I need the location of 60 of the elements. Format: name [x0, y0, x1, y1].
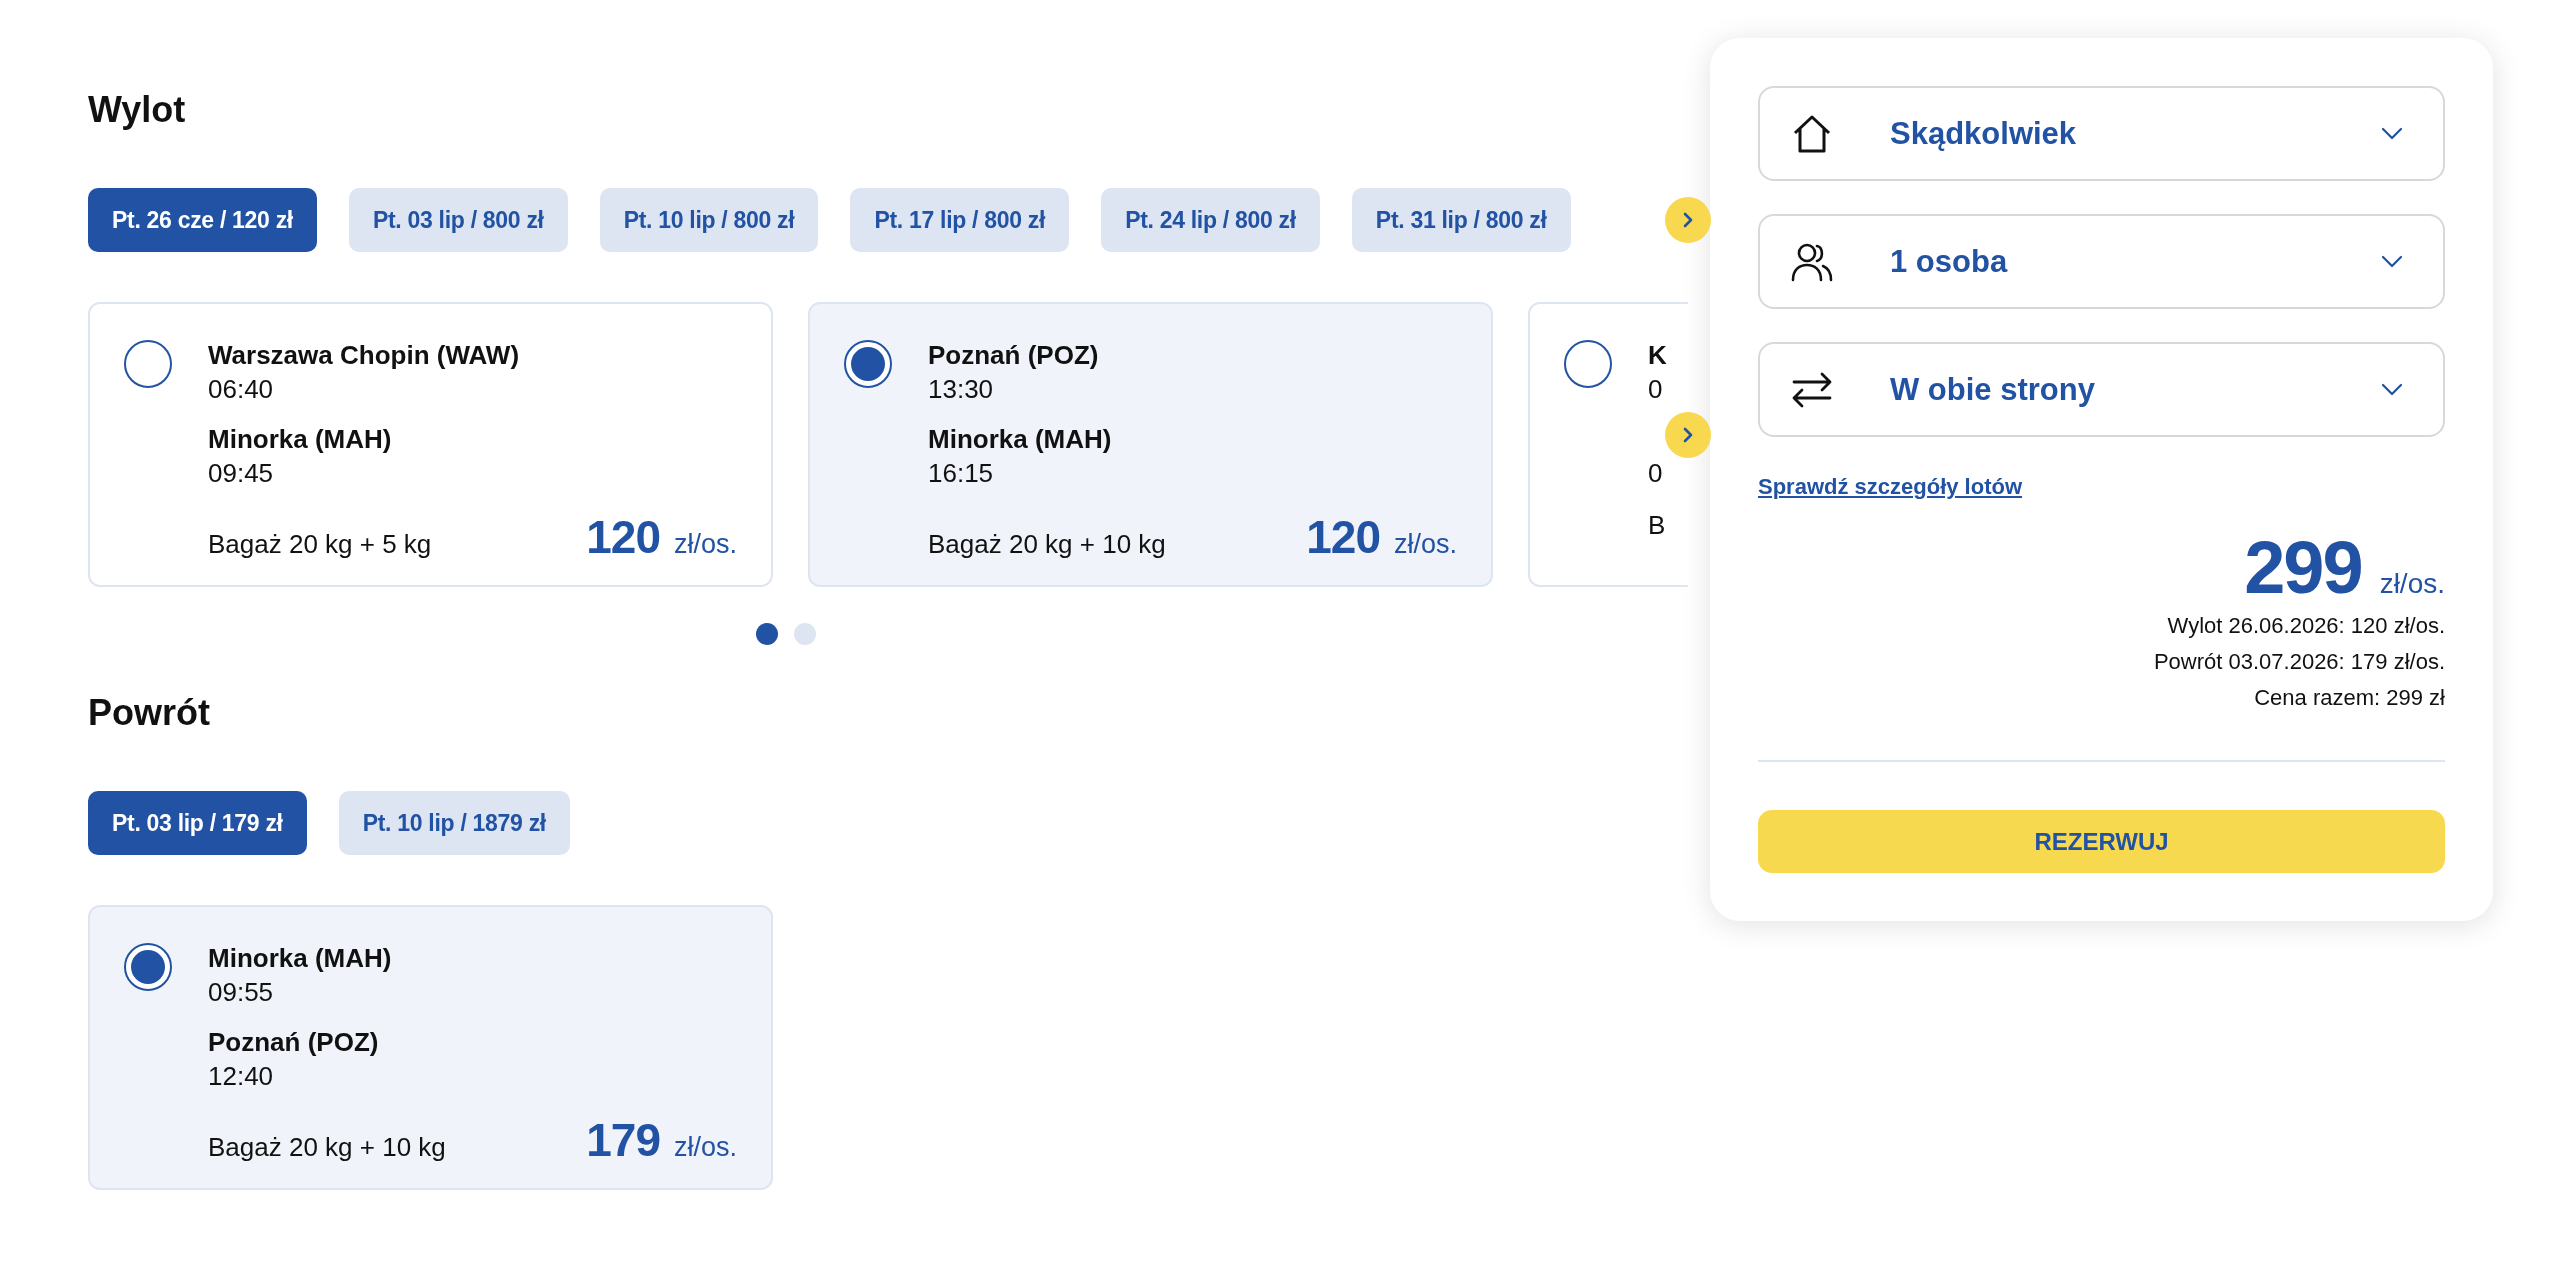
airport-name: Minorka (MAH) — [208, 423, 393, 456]
select-field[interactable]: W obie strony — [1758, 342, 2445, 437]
flight-card[interactable]: Warszawa Chopin (WAW) 06:40 Minorka (MAH) 09:45 Bagaż 20 kg + 5 kg 120 zł/os. — [88, 302, 773, 587]
date-tab[interactable]: Pt. 10 lip / 800 zł — [599, 188, 819, 252]
radio-button[interactable] — [844, 340, 892, 388]
airport-name: K — [1648, 339, 1668, 372]
baggage-text: Bagaż 20 kg + 10 kg — [928, 529, 1166, 560]
price-breakdown: Powrót 03.07.2026: 179 zł/os. — [2153, 648, 2445, 676]
price-unit: zł/os. — [1393, 529, 1457, 559]
flight-time: 12:40 — [208, 1060, 275, 1093]
baggage-text: Bagaż 20 kg + 10 kg — [208, 1132, 446, 1163]
details-link[interactable]: Sprawdź szczegóły lotów — [1758, 474, 2023, 500]
airport-name: Poznań (POZ) — [928, 339, 1100, 372]
price-breakdown: Wylot 26.06.2026: 120 zł/os. — [2167, 612, 2445, 640]
flight-time: 13:30 — [928, 373, 995, 406]
date-tab[interactable]: Pt. 10 lip / 1879 zł — [338, 791, 570, 855]
date-tab[interactable]: Pt. 26 cze / 120 zł — [88, 188, 317, 252]
section-heading: Wylot — [88, 88, 187, 132]
total-price: 299 — [2244, 526, 2362, 609]
price-unit: zł/os. — [2379, 568, 2445, 599]
flight-time: 0 — [1648, 373, 1664, 406]
flight-time: 09:55 — [208, 976, 275, 1009]
date-tab[interactable]: Pt. 17 lip / 800 zł — [850, 188, 1070, 252]
select-field[interactable]: Skądkolwiek — [1758, 86, 2445, 181]
flight-card[interactable]: Poznań (POZ) 13:30 Minorka (MAH) 16:15 Bagaż 20 kg + 10 kg 120 zł/os. — [808, 302, 1493, 587]
date-tab[interactable]: Pt. 24 lip / 800 zł — [1101, 188, 1320, 252]
date-tab[interactable]: Pt. 03 lip / 800 zł — [348, 188, 568, 252]
airport-name: Minorka (MAH) — [208, 942, 393, 975]
flight-time: 09:45 — [208, 457, 275, 490]
radio-button[interactable] — [124, 340, 172, 388]
section-heading: Powrót — [88, 691, 211, 735]
price-amount: 120 — [586, 511, 660, 563]
next-button[interactable] — [1665, 412, 1711, 458]
chevron-icon — [2381, 382, 2403, 397]
next-button[interactable] — [1665, 197, 1711, 243]
chevron-icon — [2381, 126, 2403, 141]
pagination-dot[interactable] — [794, 623, 816, 645]
flight-card[interactable]: Minorka (MAH) 09:55 Poznań (POZ) 12:40 Bagaż 20 kg + 10 kg 179 zł/os. — [88, 905, 773, 1190]
price-amount: 179 — [586, 1114, 660, 1166]
price-unit: zł/os. — [673, 1132, 737, 1162]
flight-card[interactable]: K 0 0 B — [1528, 302, 1688, 587]
date-tab[interactable]: Pt. 31 lip / 800 zł — [1351, 188, 1571, 252]
flight-time: 06:40 — [208, 373, 275, 406]
date-tab[interactable]: Pt. 03 lip / 179 zł — [88, 791, 307, 855]
price-breakdown: Cena razem: 299 zł — [2254, 684, 2445, 712]
radio-button[interactable] — [1564, 340, 1612, 388]
airport-name: Poznań (POZ) — [208, 1026, 380, 1059]
book-button[interactable]: REZERWUJ — [1758, 810, 2445, 873]
airport-name: Warszawa Chopin (WAW) — [208, 339, 521, 372]
baggage-text: B — [1648, 510, 1666, 541]
flight-time: 16:15 — [928, 457, 995, 490]
flight-time: 0 — [1648, 457, 1664, 490]
baggage-text: Bagaż 20 kg + 5 kg — [208, 529, 432, 560]
select-field[interactable]: 1 osoba — [1758, 214, 2445, 309]
chevron-icon — [2381, 254, 2403, 269]
airport-name: Minorka (MAH) — [928, 423, 1113, 456]
radio-button[interactable] — [124, 943, 172, 991]
price-amount: 120 — [1306, 511, 1380, 563]
price-unit: zł/os. — [673, 529, 737, 559]
pagination-dot[interactable] — [756, 623, 778, 645]
